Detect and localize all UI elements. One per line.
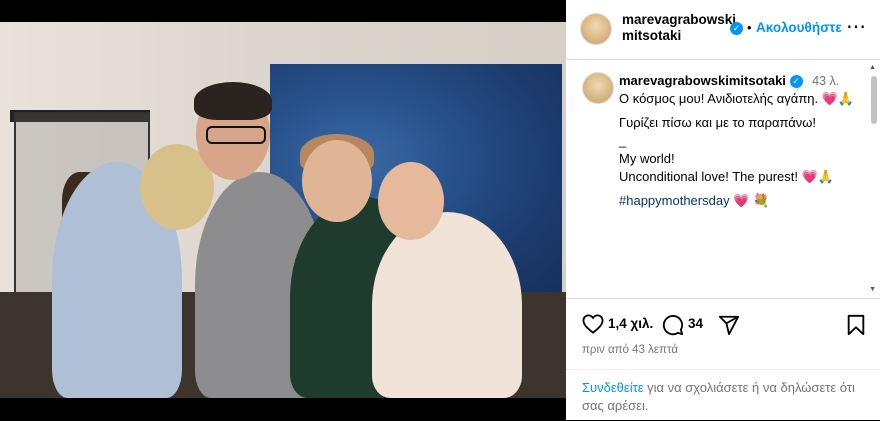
scroll-down-arrow-icon[interactable]: ▼	[869, 286, 876, 293]
comments-section: marevagrabowskimitsotaki ✓ 43 λ. Ο κόσμο…	[566, 60, 880, 298]
photo-glasses	[206, 126, 266, 144]
caption-hashtag-line: #happymothersday 💗 💐	[619, 192, 867, 210]
divider	[566, 369, 880, 370]
caption-avatar[interactable]	[582, 72, 614, 104]
caption-verified-badge-icon: ✓	[789, 75, 803, 89]
scrollbar-thumb[interactable]	[871, 76, 877, 124]
heart-icon[interactable]	[582, 314, 604, 339]
verified-badge-icon: ✓	[730, 22, 743, 35]
caption-line-3: _	[619, 133, 627, 148]
caption-line-2: Γυρίζει πίσω και με το παραπάνω!	[619, 115, 817, 130]
follow-button[interactable]: Ακολουθήστε	[756, 20, 842, 35]
photo-person-2-hair	[194, 82, 272, 120]
post-sidebar: marevagrabowskimitsotaki ✓ • Ακολουθήστε…	[566, 0, 880, 420]
share-icon[interactable]	[718, 314, 740, 341]
header-separator: •	[747, 20, 752, 35]
caption-body: marevagrabowskimitsotaki ✓ 43 λ. Ο κόσμο…	[619, 72, 867, 210]
caption-line-4: My world!	[619, 151, 675, 166]
instagram-post: marevagrabowskimitsotaki ✓ • Ακολουθήστε…	[0, 0, 880, 420]
hashtag-emoji: 💗 💐	[733, 193, 770, 208]
comment-count[interactable]: 34	[688, 316, 703, 331]
comment-icon[interactable]	[662, 314, 684, 341]
caption-time[interactable]: 43 λ.	[812, 74, 839, 88]
post-media	[0, 0, 566, 420]
photo-person-3-head	[302, 140, 372, 222]
like-count[interactable]: 1,4 χιλ.	[608, 316, 653, 331]
caption-line-1: Ο κόσμος μου! Ανιδιοτελής αγάπη. 💗🙏	[619, 91, 855, 106]
photo-person-4	[372, 212, 522, 398]
photo-person-4-head	[378, 162, 444, 240]
post-photo[interactable]	[0, 22, 566, 398]
login-prompt: Συνδεθείτε για να σχολιάσετε ή να δηλώσε…	[582, 379, 867, 415]
scroll-up-arrow-icon[interactable]: ▲	[869, 64, 876, 71]
login-link[interactable]: Συνδεθείτε	[582, 380, 644, 395]
caption-line-5: Unconditional love! The purest! 💗🙏	[619, 169, 834, 184]
more-icon[interactable]: ⋯	[846, 14, 867, 39]
post-timestamp[interactable]: πριν από 43 λεπτά	[582, 344, 678, 356]
header-username[interactable]: marevagrabowskimitsotaki	[622, 12, 740, 44]
header-avatar[interactable]	[580, 13, 612, 45]
caption-username[interactable]: marevagrabowskimitsotaki	[619, 73, 786, 88]
bookmark-icon[interactable]	[846, 314, 866, 341]
post-actions: 1,4 χιλ. 34 πριν από 43 λεπτά Συνδεθείτε…	[566, 298, 880, 421]
hashtag-link[interactable]: #happymothersday	[619, 193, 730, 208]
post-header: marevagrabowskimitsotaki ✓ • Ακολουθήστε…	[566, 0, 880, 60]
